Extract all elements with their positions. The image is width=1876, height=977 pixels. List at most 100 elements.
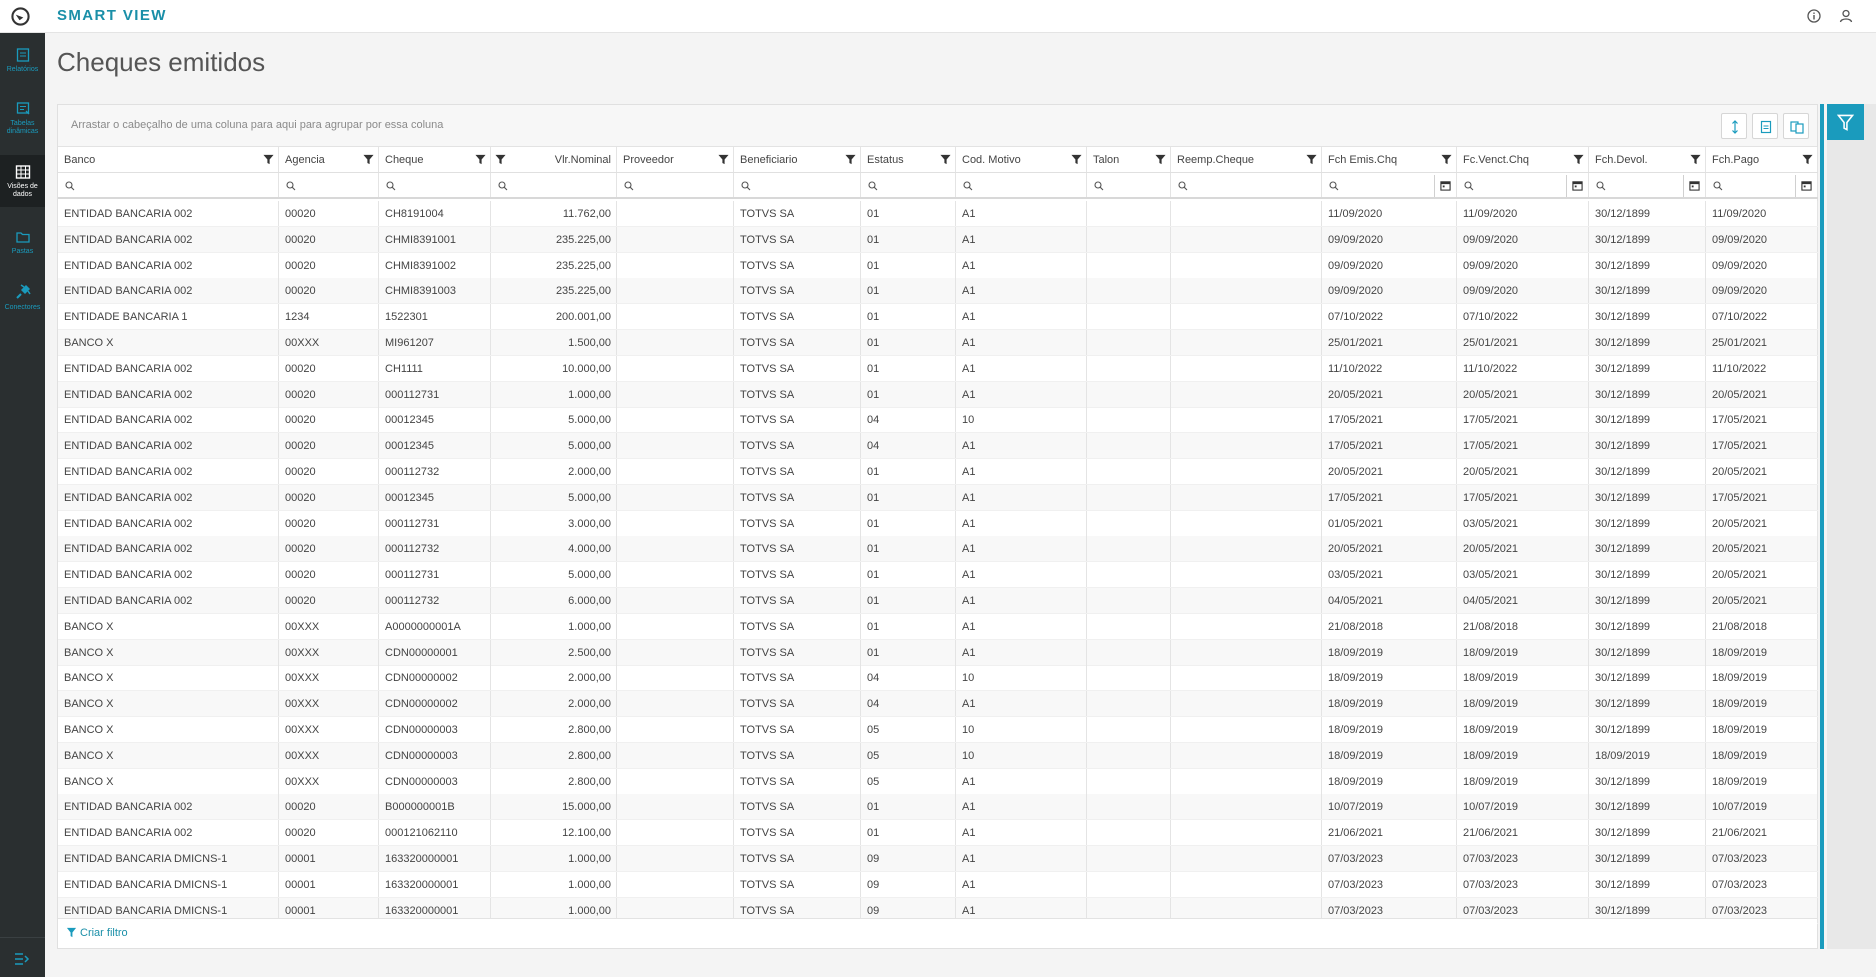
sidebar-item-folders[interactable]: Pastas xyxy=(0,223,45,267)
row-height-button[interactable] xyxy=(1721,113,1747,139)
filter-input-agencia[interactable] xyxy=(279,173,379,197)
table-row[interactable]: ENTIDAD BANCARIA 002 00020 CHMI8391003 235.… xyxy=(58,278,1818,305)
filter-input-fch-devol[interactable] xyxy=(1589,173,1706,197)
column-filter-icon[interactable] xyxy=(363,154,374,165)
sidebar-item-reports[interactable]: Relatórios xyxy=(0,41,45,85)
table-cell-fc-venct-chq: 18/09/2019 xyxy=(1457,639,1589,665)
table-row[interactable]: ENTIDAD BANCARIA 002 00020 CHMI8391002 235.… xyxy=(58,252,1818,279)
date-picker-button[interactable] xyxy=(1566,175,1588,197)
column-header-vlr-nominal[interactable]: Vlr.Nominal xyxy=(491,147,617,172)
sidebar-item-pivot-tables[interactable]: Tabelas dinâmicas xyxy=(0,95,45,147)
sidebar-item-data-views[interactable]: Visões de dados xyxy=(0,155,45,207)
info-icon[interactable] xyxy=(1806,8,1822,24)
app-logo-icon[interactable] xyxy=(11,7,30,26)
column-header-fc-venct-chq[interactable]: Fc.Venct.Chq xyxy=(1457,147,1589,172)
column-filter-icon[interactable] xyxy=(1690,154,1701,165)
table-cell-cheque: 163320000001 xyxy=(379,871,491,897)
filter-input-cheque[interactable] xyxy=(379,173,491,197)
table-cell-cheque: CDN00000003 xyxy=(379,717,491,742)
column-filter-icon[interactable] xyxy=(845,154,856,165)
column-header-fch-pago[interactable]: Fch.Pago xyxy=(1706,147,1818,172)
sidebar-collapse-button[interactable] xyxy=(0,937,45,977)
column-filter-icon[interactable] xyxy=(1155,154,1166,165)
filter-input-proveedor[interactable] xyxy=(617,173,734,197)
column-filter-icon[interactable] xyxy=(718,154,729,165)
table-cell-beneficiario: TOTVS SA xyxy=(734,665,861,691)
table-row[interactable]: ENTIDAD BANCARIA 002 00020 B000000001B 15.0… xyxy=(58,794,1818,821)
column-header-reemp-cheque[interactable]: Reemp.Cheque xyxy=(1171,147,1322,172)
filter-input-reemp-cheque[interactable] xyxy=(1171,173,1322,197)
column-filter-icon[interactable] xyxy=(475,154,486,165)
column-header-banco[interactable]: Banco xyxy=(58,147,279,172)
table-cell-fch-emis-chq: 07/03/2023 xyxy=(1322,871,1457,897)
group-by-drop-area[interactable]: Arrastar o cabeçalho de uma coluna para … xyxy=(58,105,1817,147)
table-row[interactable]: BANCO X 00XXX CDN00000003 2.800,00 TOTVS SA 0… xyxy=(58,717,1818,743)
date-picker-button[interactable] xyxy=(1683,175,1705,197)
table-cell-vlr-nominal: 1.000,00 xyxy=(491,613,617,639)
table-cell-talon xyxy=(1087,304,1171,330)
column-filter-icon[interactable] xyxy=(1071,154,1082,165)
table-row[interactable]: ENTIDAD BANCARIA 002 00020 000112731 3.000,… xyxy=(58,510,1818,537)
filter-input-vlr-nominal[interactable] xyxy=(491,173,617,197)
table-row[interactable]: ENTIDAD BANCARIA 002 00020 000112731 5.000,… xyxy=(58,562,1818,589)
columns-button[interactable] xyxy=(1783,113,1809,139)
export-button[interactable] xyxy=(1752,113,1778,139)
table-row[interactable]: BANCO X 00XXX CDN00000002 2.000,00 TOTVS SA 0… xyxy=(58,691,1818,718)
table-row[interactable]: BANCO X 00XXX MI961207 1.500,00 TOTVS SA 01 A1… xyxy=(58,330,1818,356)
column-filter-icon[interactable] xyxy=(1802,154,1813,165)
filter-input-beneficiario[interactable] xyxy=(734,173,861,197)
table-row[interactable]: BANCO X 00XXX CDN00000002 2.000,00 TOTVS SA 0… xyxy=(58,665,1818,692)
filter-input-talon[interactable] xyxy=(1087,173,1171,197)
filter-input-cod-motivo[interactable] xyxy=(956,173,1087,197)
table-row[interactable]: ENTIDAD BANCARIA 002 00020 00012345 5.000,0… xyxy=(58,433,1818,460)
table-row[interactable]: BANCO X 00XXX CDN00000001 2.500,00 TOTVS SA 0… xyxy=(58,639,1818,666)
table-cell-reemp-cheque xyxy=(1171,381,1322,407)
table-row[interactable]: ENTIDAD BANCARIA 002 00020 000121062110 12.… xyxy=(58,820,1818,847)
column-header-agencia[interactable]: Agencia xyxy=(279,147,379,172)
create-filter-link[interactable]: Criar filtro xyxy=(66,927,128,939)
column-header-talon[interactable]: Talon xyxy=(1087,147,1171,172)
column-filter-icon[interactable] xyxy=(940,154,951,165)
user-icon[interactable] xyxy=(1838,8,1854,24)
column-filter-icon[interactable] xyxy=(1573,154,1584,165)
date-picker-button[interactable] xyxy=(1795,175,1817,197)
calendar-icon xyxy=(1440,181,1451,191)
filter-input-estatus[interactable] xyxy=(861,173,956,197)
column-header-fch-emis-chq[interactable]: Fch Emis.Chq xyxy=(1322,147,1457,172)
column-header-estatus[interactable]: Estatus xyxy=(861,147,956,172)
table-row[interactable]: ENTIDAD BANCARIA 002 00020 000112732 6.000,… xyxy=(58,588,1818,614)
table-row[interactable]: ENTIDAD BANCARIA 002 00020 CH8191004 11.762… xyxy=(58,201,1818,227)
table-row[interactable]: BANCO X 00XXX CDN00000003 2.800,00 TOTVS SA 0… xyxy=(58,742,1818,769)
sidebar-item-connectors[interactable]: Conectores xyxy=(0,277,45,323)
column-header-beneficiario[interactable]: Beneficiario xyxy=(734,147,861,172)
table-row[interactable]: ENTIDAD BANCARIA 002 00020 000112732 4.000,… xyxy=(58,536,1818,563)
column-filter-icon[interactable] xyxy=(495,154,506,165)
table-row[interactable]: BANCO X 00XXX CDN00000003 2.800,00 TOTVS SA 0… xyxy=(58,768,1818,795)
column-filter-icon[interactable] xyxy=(1441,154,1452,165)
date-picker-button[interactable] xyxy=(1434,175,1456,197)
filter-panel-toggle[interactable] xyxy=(1827,104,1864,140)
column-header-proveedor[interactable]: Proveedor xyxy=(617,147,734,172)
table-row[interactable]: ENTIDAD BANCARIA 002 00020 00012345 5.000,0… xyxy=(58,484,1818,511)
table-row[interactable]: ENTIDAD BANCARIA 002 00020 CH1111 10.000,00… xyxy=(58,355,1818,382)
table-row[interactable]: ENTIDAD BANCARIA 002 00020 00012345 5.000,0… xyxy=(58,407,1818,434)
table-row[interactable]: ENTIDAD BANCARIA 002 00020 000112732 2.000,… xyxy=(58,459,1818,485)
table-cell-fch-emis-chq: 10/07/2019 xyxy=(1322,794,1457,820)
column-header-cheque[interactable]: Cheque xyxy=(379,147,491,172)
table-row[interactable]: ENTIDAD BANCARIA 002 00020 CHMI8391001 235.… xyxy=(58,226,1818,253)
table-cell-beneficiario: TOTVS SA xyxy=(734,407,861,433)
column-header-fch-devol[interactable]: Fch.Devol. xyxy=(1589,147,1706,172)
filter-input-fc-venct-chq[interactable] xyxy=(1457,173,1589,197)
filter-input-banco[interactable] xyxy=(58,173,279,197)
column-header-cod-motivo[interactable]: Cod. Motivo xyxy=(956,147,1087,172)
table-row[interactable]: BANCO X 00XXX A0000000001A 1.000,00 TOTVS SA… xyxy=(58,613,1818,640)
table-row[interactable]: ENTIDAD BANCARIA DMICNS-1 00001 1633200000… xyxy=(58,846,1818,872)
filter-input-fch-pago[interactable] xyxy=(1706,173,1818,197)
column-filter-icon[interactable] xyxy=(263,154,274,165)
table-row[interactable]: ENTIDAD BANCARIA 002 00020 000112731 1.000,… xyxy=(58,381,1818,408)
table-row[interactable]: ENTIDADE BANCARIA 1 1234 1522301 200.001,00… xyxy=(58,304,1818,331)
table-row[interactable]: ENTIDAD BANCARIA DMICNS-1 00001 1633200000… xyxy=(58,871,1818,898)
column-filter-icon[interactable] xyxy=(1306,154,1317,165)
filter-input-fch-emis-chq[interactable] xyxy=(1322,173,1457,197)
table-cell-estatus: 01 xyxy=(861,562,956,588)
